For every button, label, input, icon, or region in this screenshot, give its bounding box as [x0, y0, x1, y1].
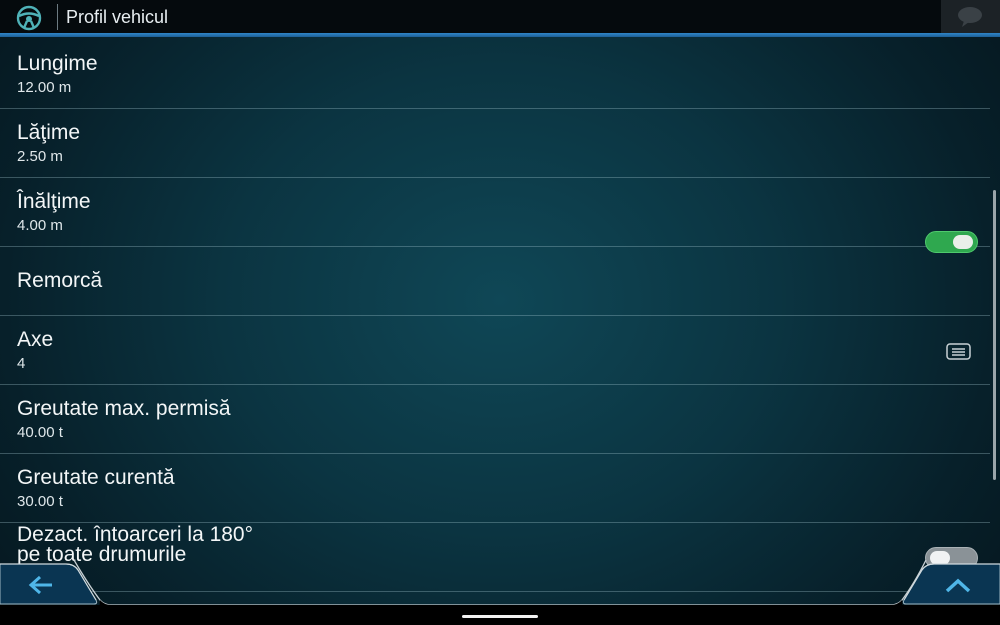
list-item-height[interactable]: Înălţime 4.00 m: [0, 178, 990, 247]
row-value: 40.00 t: [17, 424, 63, 441]
list-item-axles[interactable]: Axe 4: [0, 316, 990, 385]
row-title: Înălţime: [17, 190, 91, 213]
row-title: Greutate max. permisă: [17, 397, 231, 420]
header-accent-line: [0, 33, 1000, 37]
row-title: Remorcă: [17, 269, 103, 292]
speech-bubble-icon: [958, 7, 982, 27]
row-value: 4: [17, 355, 26, 372]
back-button[interactable]: [0, 560, 110, 606]
vehicle-profile-screen: Profil vehicul Lungime 12.00 m Lăţime 2.…: [0, 0, 1000, 625]
row-value: 4.00 m: [17, 217, 63, 234]
list-item-current-weight[interactable]: Greutate curentă 30.00 t: [0, 454, 990, 523]
home-indicator[interactable]: [462, 615, 538, 618]
scroll-up-button[interactable]: [900, 560, 1000, 606]
list-item-width[interactable]: Lăţime 2.50 m: [0, 109, 990, 178]
row-title: Axe: [17, 328, 54, 351]
list-item-max-weight[interactable]: Greutate max. permisă 40.00 t: [0, 385, 990, 454]
header-bar: Profil vehicul: [0, 0, 1000, 34]
row-title: Lăţime: [17, 121, 81, 144]
steering-wheel-icon[interactable]: [16, 5, 42, 31]
settings-list: Lungime 12.00 m Lăţime 2.50 m Înălţime 4…: [0, 40, 990, 592]
row-title: Lungime: [17, 52, 98, 75]
page-title: Profil vehicul: [66, 7, 169, 27]
list-icon[interactable]: [946, 343, 971, 360]
row-title: Greutate curentă: [17, 466, 175, 489]
row-value: 2.50 m: [17, 148, 63, 165]
scrollbar[interactable]: [993, 190, 996, 480]
trailer-toggle[interactable]: [925, 231, 978, 253]
header-divider: [57, 4, 58, 30]
row-value: 30.00 t: [17, 493, 63, 510]
list-item-length[interactable]: Lungime 12.00 m: [0, 40, 990, 109]
list-item-trailer[interactable]: Remorcă: [0, 247, 990, 316]
row-value: 12.00 m: [17, 79, 72, 96]
messages-button[interactable]: [941, 0, 1000, 33]
toggle-knob: [953, 235, 973, 249]
